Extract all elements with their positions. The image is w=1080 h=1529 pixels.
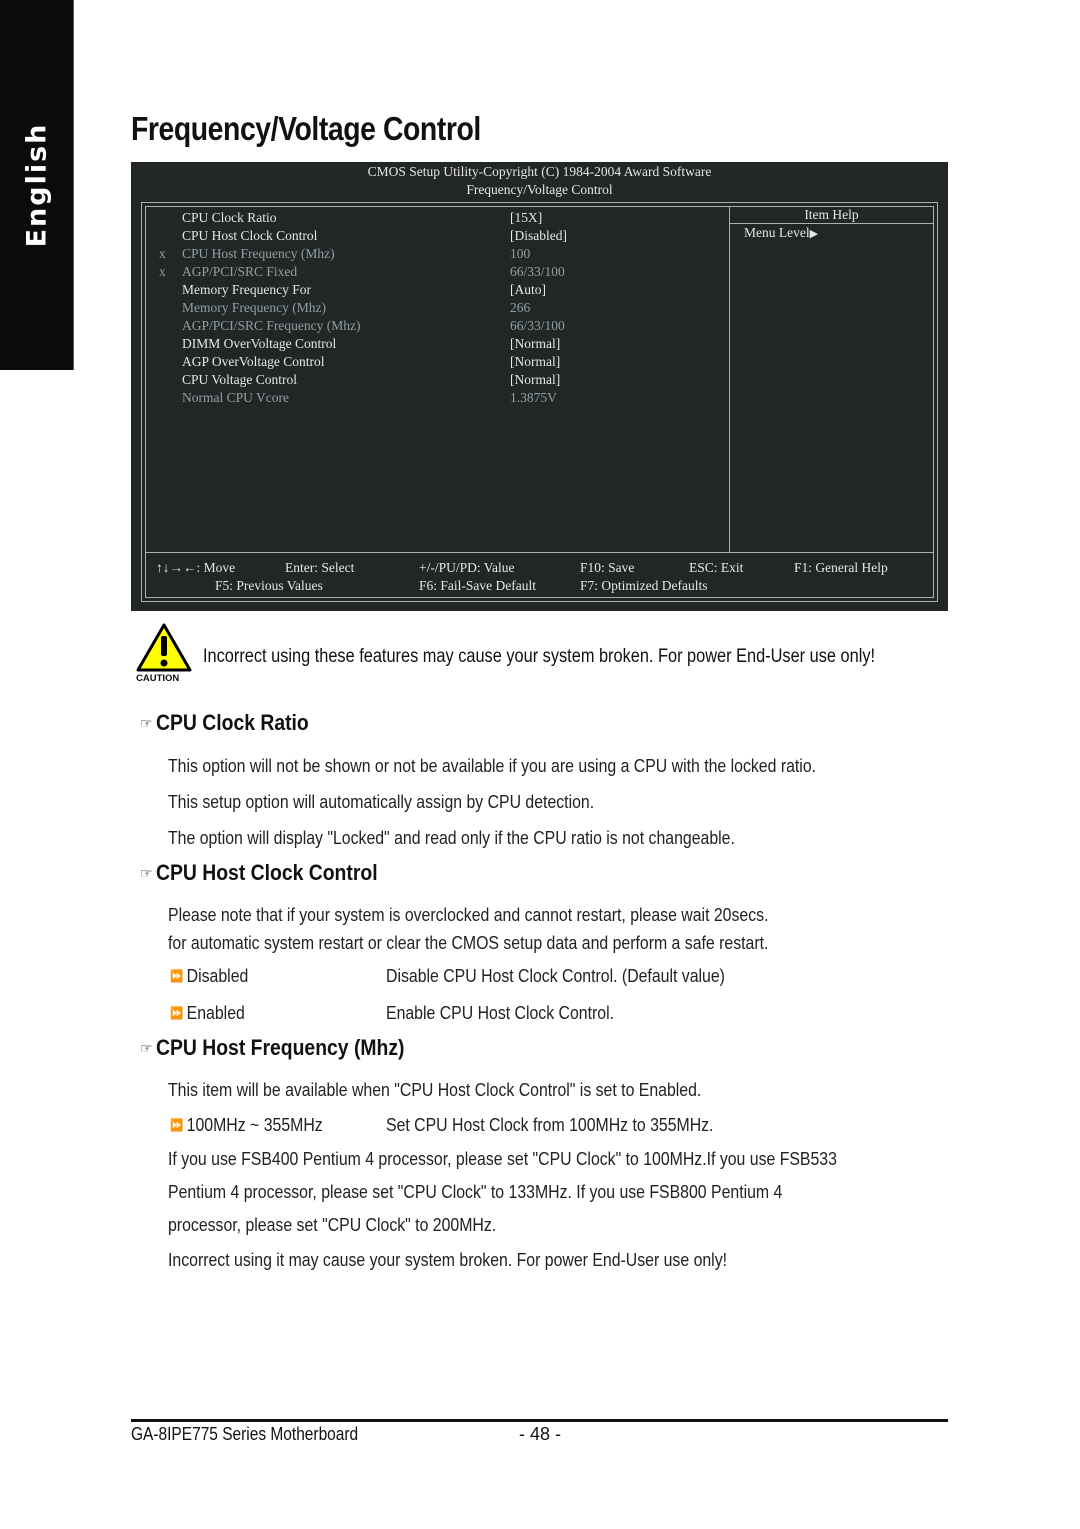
section-heading-cpu-host-frequency: ☞ CPU Host Frequency (Mhz) xyxy=(140,1035,438,1061)
page-title: Frequency/Voltage Control xyxy=(131,110,481,147)
double-arrow-icon: ⏩ xyxy=(170,969,184,983)
item-label: Memory Frequency For xyxy=(182,282,311,297)
item-label: AGP/PCI/SRC Fixed xyxy=(182,264,298,279)
item-value: 266 xyxy=(510,300,531,315)
item-value[interactable]: [Normal] xyxy=(510,336,560,352)
bios-keys-divider xyxy=(146,552,933,553)
bios-item-memory-frequency-mhz: Memory Frequency (Mhz) 266 xyxy=(146,300,726,318)
item-value: 66/33/100 xyxy=(510,318,565,333)
paragraph: This setup option will automatically ass… xyxy=(168,792,595,812)
note: If you use FSB400 Pentium 4 processor, p… xyxy=(168,1149,837,1169)
item-label: CPU Voltage Control xyxy=(182,372,298,387)
menu-level-label: Menu Level xyxy=(744,225,810,240)
disabled-marker: x xyxy=(159,264,166,279)
key-value: +/-/PU/PD: Value xyxy=(419,560,515,575)
item-value[interactable]: [Disabled] xyxy=(510,228,567,244)
item-label: CPU Host Clock Control xyxy=(182,228,318,243)
note: processor, please set "CPU Clock" to 200… xyxy=(168,1215,497,1235)
item-value: 1.3875V xyxy=(510,390,557,405)
paragraph: This option will not be shown or not be … xyxy=(168,756,817,776)
item-label: Memory Frequency (Mhz) xyxy=(182,300,326,315)
disabled-marker: x xyxy=(159,246,166,261)
help-menu-level: Menu Level▶ xyxy=(744,225,818,241)
footer-product-name: GA-8IPE775 Series Motherboard xyxy=(131,1424,359,1444)
key-general-help: F1: General Help xyxy=(794,560,888,575)
caution-icon: CAUTION xyxy=(134,622,194,686)
note: Incorrect using it may cause your system… xyxy=(168,1250,728,1270)
item-label: DIMM OverVoltage Control xyxy=(182,336,337,351)
item-label: CPU Clock Ratio xyxy=(182,210,277,225)
option-name-disabled: ⏩ Disabled xyxy=(170,966,248,987)
note: Pentium 4 processor, please set "CPU Clo… xyxy=(168,1182,783,1202)
bios-item-cpu-host-frequency: x CPU Host Frequency (Mhz) 100 xyxy=(146,246,726,264)
bios-item-normal-cpu-vcore: Normal CPU Vcore 1.3875V xyxy=(146,390,726,408)
bios-inner-frame: CPU Clock Ratio [15X] CPU Host Clock Con… xyxy=(145,206,934,598)
option-name-range: ⏩ 100MHz ~ 355MHz xyxy=(170,1115,323,1136)
section-heading-cpu-clock-ratio: ☞ CPU Clock Ratio xyxy=(140,710,329,736)
bios-item-agp-overvoltage[interactable]: AGP OverVoltage Control [Normal] xyxy=(146,354,726,372)
option-name: Disabled xyxy=(186,966,249,986)
caution-text: Incorrect using these features may cause… xyxy=(203,646,876,667)
item-value: 100 xyxy=(510,246,531,261)
key-select: Enter: Select xyxy=(285,560,355,575)
double-arrow-icon: ⏩ xyxy=(170,1118,184,1132)
key-failsafe-default: F6: Fail-Save Default xyxy=(419,578,536,593)
paragraph: This item will be available when "CPU Ho… xyxy=(168,1080,702,1100)
paragraph: The option will display "Locked" and rea… xyxy=(168,828,735,848)
item-value: 66/33/100 xyxy=(510,264,565,279)
key-optimized-defaults: F7: Optimized Defaults xyxy=(580,578,708,593)
key-save: F10: Save xyxy=(580,560,635,575)
pointing-hand-icon: ☞ xyxy=(140,715,153,731)
option-name-enabled: ⏩ Enabled xyxy=(170,1003,245,1024)
bios-item-agp-pci-src-fixed: x AGP/PCI/SRC Fixed 66/33/100 xyxy=(146,264,726,282)
item-value[interactable]: [Normal] xyxy=(510,372,560,388)
option-name: 100MHz ~ 355MHz xyxy=(186,1115,323,1135)
paragraph: Please note that if your system is overc… xyxy=(168,905,769,925)
item-label: AGP/PCI/SRC Frequency (Mhz) xyxy=(182,318,361,333)
item-label: CPU Host Frequency (Mhz) xyxy=(182,246,335,261)
key-exit: ESC: Exit xyxy=(689,560,744,575)
page-number: - 48 - xyxy=(519,1424,562,1444)
option-desc: Set CPU Host Clock from 100MHz to 355MHz… xyxy=(386,1115,714,1135)
triangle-right-icon: ▶ xyxy=(809,228,819,240)
item-value[interactable]: [15X] xyxy=(510,210,542,226)
item-label: Normal CPU Vcore xyxy=(182,390,289,405)
double-arrow-icon: ⏩ xyxy=(170,1006,184,1020)
item-value[interactable]: [Normal] xyxy=(510,354,560,370)
bios-frame: CPU Clock Ratio [15X] CPU Host Clock Con… xyxy=(141,202,938,602)
footer-rule xyxy=(131,1419,948,1422)
key-move: ↑↓→←: Move xyxy=(156,560,236,575)
bios-copyright-header: CMOS Setup Utility-Copyright (C) 1984-20… xyxy=(367,164,712,179)
bios-item-memory-frequency-for[interactable]: Memory Frequency For [Auto] xyxy=(146,282,726,300)
option-name: Enabled xyxy=(186,1003,245,1023)
key-previous-values: F5: Previous Values xyxy=(215,578,323,593)
language-side-tab: English xyxy=(0,0,74,370)
bios-item-cpu-voltage-control[interactable]: CPU Voltage Control [Normal] xyxy=(146,372,726,390)
heading-text: CPU Host Frequency (Mhz) xyxy=(155,1035,405,1060)
bios-screen: CMOS Setup Utility-Copyright (C) 1984-20… xyxy=(131,162,948,611)
item-value[interactable]: [Auto] xyxy=(510,282,546,298)
bios-item-agp-pci-src-frequency: AGP/PCI/SRC Frequency (Mhz) 66/33/100 xyxy=(146,318,726,336)
heading-text: CPU Clock Ratio xyxy=(155,710,309,735)
caution-badge: CAUTION xyxy=(136,673,180,684)
heading-text: CPU Host Clock Control xyxy=(155,860,378,885)
bios-item-dimm-overvoltage[interactable]: DIMM OverVoltage Control [Normal] xyxy=(146,336,726,354)
section-heading-cpu-host-clock-control: ☞ CPU Host Clock Control xyxy=(140,860,407,886)
item-help-header: Item Help xyxy=(730,207,933,224)
paragraph: for automatic system restart or clear th… xyxy=(168,933,769,953)
bios-item-cpu-host-clock-control[interactable]: CPU Host Clock Control [Disabled] xyxy=(146,228,726,246)
bios-column-divider xyxy=(729,207,730,552)
option-desc: Disable CPU Host Clock Control. (Default… xyxy=(386,966,725,986)
pointing-hand-icon: ☞ xyxy=(140,1040,153,1056)
option-desc: Enable CPU Host Clock Control. xyxy=(386,1003,615,1023)
pointing-hand-icon: ☞ xyxy=(140,865,153,881)
item-label: AGP OverVoltage Control xyxy=(182,354,325,369)
language-label: English xyxy=(21,122,52,248)
bios-item-cpu-clock-ratio[interactable]: CPU Clock Ratio [15X] xyxy=(146,210,726,228)
bios-menu-title: Frequency/Voltage Control xyxy=(466,182,613,197)
